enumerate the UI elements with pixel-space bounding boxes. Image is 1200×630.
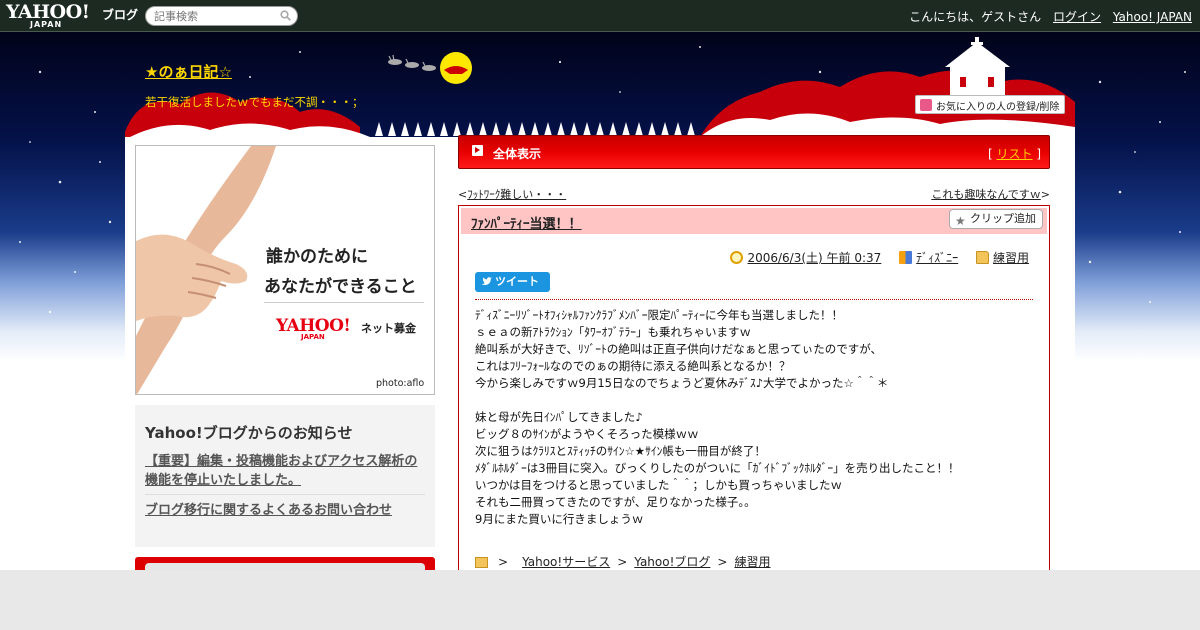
body-spacer [475,392,1035,409]
article-body: ﾃﾞｨｽﾞﾆｰﾘｿﾞｰﾄｵﾌｨｼｬﾙﾌｧﾝｸﾗﾌﾞﾒﾝﾊﾞｰ限定ﾊﾟｰﾃｨｰに今… [475,307,1035,528]
search-input[interactable] [145,6,298,26]
login-link[interactable]: ログイン [1053,10,1101,24]
clip-add-button[interactable]: ★ クリップ追加 [949,209,1043,229]
ad-yahoo-logo-sub: JAPAN [301,333,325,341]
handshake-illustration [136,146,276,394]
body-line: ビッグ８のｻｲﾝがようやくそろった模様ｗｗ [475,427,699,441]
article-divider [475,299,1033,300]
body-line: それも二冊買ってきたのですが、足りなかった様子。。 [475,495,756,509]
favorite-register-button[interactable]: お気に入りの人の登録/削除 [915,95,1065,114]
list-link[interactable]: リスト [996,147,1032,161]
book-icon [899,251,913,264]
body-line: ﾒﾀﾞﾙﾎﾙﾀﾞｰは3冊目に突入。びっくりしたのがついに「ｶﾞｲﾄﾞﾌﾞｯｸﾎﾙ… [475,461,960,475]
search-icon[interactable] [280,10,291,21]
ad-divider [264,302,424,303]
article-meta: 2006/6/3(土) 午前 0:37 ﾃﾞｨｽﾞﾆｰ 練習用 [716,249,1029,266]
article-date-link[interactable]: 2006/6/3(土) 午前 0:37 [747,251,881,265]
body-line: 今から楽しみですｗ9月15日なのでちょうど夏休みﾃﾞｽ♪大学でよかった☆＾＾＊ [475,376,889,390]
category-breadcrumb: > Yahoo!サービス > Yahoo!ブログ > 練習用 [475,553,770,570]
notice-link-migration-faq[interactable]: ブログ移行に関するよくあるお問い合わせ [145,501,425,520]
body-line: 9月にまた買いに行きましょうｗ [475,512,644,526]
blog-title[interactable]: ★のぁ日記☆ [145,61,232,82]
article-tag-link[interactable]: ﾃﾞｨｽﾞﾆｰ [916,251,958,265]
heart-icon [920,99,932,111]
article-panel: ﾌｧﾝﾊﾟｰﾃｨｰ当選！！ ★ クリップ追加 2006/6/3(土) 午前 0:… [458,205,1050,585]
body-line: これはﾌﾘｰﾌｫｰﾙなのでのぁの期待に添える絶叫系となるか！？ [475,359,791,373]
article-category-link[interactable]: 練習用 [993,251,1029,265]
section-header-bar: 全体表示 [ リスト ] [458,135,1050,169]
article-title[interactable]: ﾌｧﾝﾊﾟｰﾃｨｰ当選！！ [471,213,582,232]
body-line: いつかは目をつけると思っていました＾＾；しかも買っちゃいましたｗ [475,478,842,492]
folder-icon [475,557,488,568]
body-line: 絶叫系が大好きで、ﾘｿﾞｰﾄの絶叫は正直子供向けだなぁと思ってぃたのですが、 [475,342,882,356]
clock-icon [730,251,744,264]
blog-subtitle: 若干復活しましたｗでもまだ不調・・・； [145,95,364,109]
clip-button-label: クリップ追加 [970,212,1036,225]
charity-ad-banner[interactable]: 誰かのために あなたができること YAHOO! JAPAN ネット募金 phot… [135,145,435,395]
body-line: ﾃﾞｨｽﾞﾆｰﾘｿﾞｰﾄｵﾌｨｼｬﾙﾌｧﾝｸﾗﾌﾞﾒﾝﾊﾞｰ限定ﾊﾟｰﾃｨｰに今… [475,308,843,322]
favorite-button-label: お気に入りの人の登録/削除 [936,102,1060,113]
ad-headline-line-1: 誰かのために [266,247,368,267]
page-footer-band [0,570,1200,630]
next-article-nav: これも趣味なんですｗ> [931,188,1050,201]
prev-article-nav: <ﾌｯﾄﾜｰｸ難しい・・・ [458,188,567,201]
body-line: ｓｅａの新ｱﾄﾗｸｼｮﾝ「ﾀﾜｰｵﾌﾞﾃﾗｰ」も乗れちゃいますｗ [475,325,751,339]
folder-icon [975,251,989,264]
blog-notice-panel: Yahoo!ブログからのお知らせ 【重要】編集・投稿機能およびアクセス解析の機能… [135,405,435,547]
blog-logo-label[interactable]: ブログ [102,6,138,23]
yahoo-japan-link[interactable]: Yahoo! JAPAN [1113,10,1192,24]
user-greeting: こんにちは、ゲストさん ログイン Yahoo! JAPAN [909,8,1192,25]
prev-article-link[interactable]: ﾌｯﾄﾜｰｸ難しい・・・ [467,188,566,201]
breadcrumb-yahoo-blog[interactable]: Yahoo!ブログ [634,555,710,569]
top-navigation-bar: YAHOO! JAPAN ブログ こんにちは、ゲストさん ログイン Yahoo!… [0,0,1200,32]
yahoo-logo[interactable]: YAHOO! JAPAN [6,3,90,29]
breadcrumb-yahoo-services[interactable]: Yahoo!サービス [522,555,610,569]
notice-link-service-stopped[interactable]: 【重要】編集・投稿機能およびアクセス解析の機能を停止いたしました。 [145,452,425,495]
greeting-text: こんにちは、ゲストさん [909,10,1042,24]
tweet-label: ツイート [495,275,539,288]
body-line: 妹と母が先日ｲﾝﾊﾟしてきました♪ [475,410,643,424]
ad-headline-line-2: あなたができること [264,277,417,297]
notice-title: Yahoo!ブログからのお知らせ [145,424,353,442]
article-header: ﾌｧﾝﾊﾟｰﾃｨｰ当選！！ ★ クリップ追加 [461,208,1047,234]
next-article-link[interactable]: これも趣味なんですｗ [931,188,1040,201]
twitter-bird-icon [481,277,492,285]
star-icon: ★ [955,214,966,228]
ad-service-name: ネット募金 [361,322,416,335]
tweet-button[interactable]: ツイート [475,272,550,292]
ad-photo-credit: photo:aflo [376,378,425,389]
section-title: 全体表示 [493,147,542,161]
sidebar-red-panel [135,557,435,573]
breadcrumb-category[interactable]: 練習用 [734,555,770,569]
arrow-right-icon [472,145,483,156]
list-view-toggle: [ リスト ] [987,147,1041,161]
body-line: 次に狙うはｸﾗﾘｽとｽﾃｨｯﾁのｻｲﾝ☆★ｻｲﾝ帳も一冊目が終了！ [475,444,766,458]
